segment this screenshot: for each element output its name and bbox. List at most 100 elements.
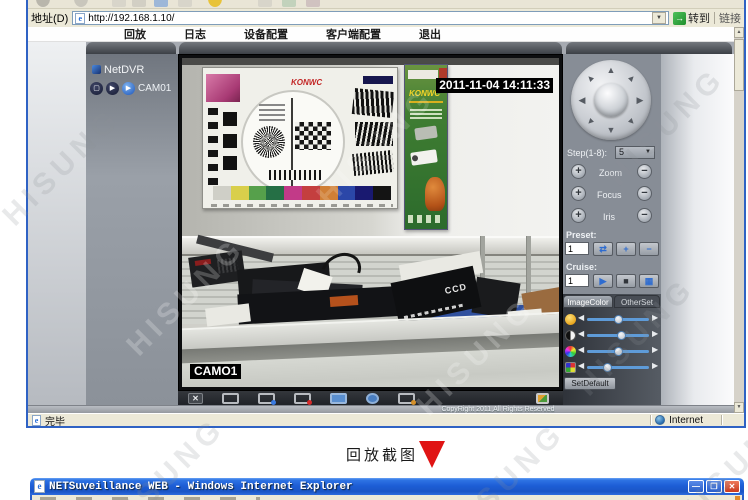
brightness-increase-arrow[interactable]: ▶ <box>652 313 658 322</box>
scroll-down-arrow[interactable]: ▼ <box>734 402 744 413</box>
contrast-slider-track[interactable] <box>587 334 649 337</box>
ptz-up-left-button[interactable]: ▲ <box>582 70 599 87</box>
scroll-thumb[interactable] <box>734 39 744 91</box>
hue-slider-track[interactable] <box>587 366 649 369</box>
zoom-minus-button[interactable]: − <box>637 164 652 179</box>
tab-other-set[interactable]: OtherSet <box>614 295 660 308</box>
forward-icon[interactable] <box>74 0 88 7</box>
live-stream-icon[interactable]: ▶ <box>122 82 135 95</box>
globe-icon <box>655 415 665 425</box>
ptz-up-button[interactable]: ▲ <box>605 64 617 76</box>
play-stream-icon[interactable]: ▶ <box>106 82 119 95</box>
go-button[interactable]: → 转到 <box>673 10 710 26</box>
focus-minus-button[interactable]: − <box>637 186 652 201</box>
refresh-icon[interactable] <box>132 0 146 7</box>
iris-minus-button[interactable]: − <box>637 208 652 223</box>
talk-icon[interactable] <box>398 393 415 404</box>
snapshot-icon[interactable] <box>330 393 347 404</box>
tab-image-color[interactable]: ImageColor <box>563 295 613 308</box>
zoom-plus-button[interactable]: + <box>571 164 586 179</box>
hue-slider-thumb[interactable] <box>603 363 612 372</box>
chart-wedge <box>355 122 393 146</box>
mail-icon[interactable] <box>282 0 296 7</box>
ptz-down-right-button[interactable]: ▲ <box>624 114 641 131</box>
contrast-decrease-arrow[interactable]: ◀ <box>578 329 584 338</box>
contrast-increase-arrow[interactable]: ▶ <box>652 329 658 338</box>
cruise-setup-button[interactable]: ▦ <box>639 274 659 288</box>
url-text: http://192.168.1.10/ <box>88 13 174 24</box>
search-icon[interactable] <box>178 0 192 7</box>
menu-log[interactable]: 日志 <box>184 26 206 42</box>
audio-icon[interactable] <box>366 393 379 404</box>
poster-rule <box>409 101 443 103</box>
favorites-star-icon[interactable] <box>208 0 222 7</box>
status-zone-text: Internet <box>669 415 703 426</box>
back-icon[interactable] <box>36 0 50 7</box>
print-icon[interactable] <box>306 0 320 7</box>
minimize-button[interactable]: — <box>688 480 704 493</box>
ptz-left-button[interactable]: ◀ <box>576 94 588 106</box>
address-dropdown-arrow[interactable]: ▼ <box>652 12 666 24</box>
preset-del-button[interactable]: − <box>639 242 659 256</box>
preset-add-button[interactable]: + <box>616 242 636 256</box>
ptz-down-button[interactable]: ▼ <box>605 124 617 136</box>
cruise-input[interactable] <box>565 274 589 287</box>
menu-exit[interactable]: 退出 <box>419 26 441 42</box>
fullscreen-icon[interactable]: ✕ <box>188 393 203 404</box>
saturation-increase-arrow[interactable]: ▶ <box>652 345 658 354</box>
menu-device-config[interactable]: 设备配置 <box>244 26 288 42</box>
stop-icon[interactable] <box>112 0 126 7</box>
window-border-left <box>26 0 28 428</box>
saturation-slider-thumb[interactable] <box>614 347 623 356</box>
address-input[interactable]: e http://192.168.1.10/ ▼ <box>72 11 669 25</box>
preset-goto-button[interactable]: ⇄ <box>593 242 613 256</box>
brightness-slider-thumb[interactable] <box>614 315 623 324</box>
ptz-right-button[interactable]: ▶ <box>634 94 646 106</box>
chart-freq-bars <box>269 170 321 180</box>
ptz-center-knob[interactable] <box>594 83 628 117</box>
saturation-slider-track[interactable] <box>587 350 649 353</box>
home-icon[interactable] <box>154 0 168 7</box>
restore-button[interactable]: ❐ <box>706 480 722 493</box>
stop-stream-icon[interactable]: ▢ <box>90 82 103 95</box>
focus-label: Focus <box>597 190 622 200</box>
camera-name: CAM01 <box>138 83 171 94</box>
poster-ptz-cam <box>414 126 437 141</box>
brightness-decrease-arrow[interactable]: ◀ <box>578 313 584 322</box>
monitor-play-icon[interactable] <box>258 393 275 404</box>
menu-playback[interactable]: 回放 <box>124 26 146 42</box>
set-default-button[interactable]: SetDefault <box>564 377 616 390</box>
menu-client-config[interactable]: 客户端配置 <box>326 26 381 42</box>
saturation-icon <box>565 346 576 357</box>
device-icon <box>92 65 101 74</box>
hue-increase-arrow[interactable]: ▶ <box>652 361 658 370</box>
page-icon: e <box>32 415 41 426</box>
links-label[interactable]: 链接 <box>719 10 741 26</box>
second-window-titlebar[interactable]: e NETSuveillance WEB - Windows Internet … <box>30 478 744 495</box>
saturation-decrease-arrow[interactable]: ◀ <box>578 345 584 354</box>
history-icon[interactable] <box>258 0 272 7</box>
focus-plus-button[interactable]: + <box>571 186 586 201</box>
ptz-down-left-button[interactable]: ▲ <box>582 114 599 131</box>
cruise-stop-button[interactable]: ■ <box>616 274 636 288</box>
chart-square <box>223 134 237 148</box>
close-button[interactable]: ✕ <box>724 480 740 493</box>
ptz-up-right-button[interactable]: ▲ <box>624 70 641 87</box>
slider-row-brightness: ◀ ▶ <box>563 313 661 326</box>
camera-node[interactable]: ▢▶▶CAM01 <box>90 82 171 95</box>
hue-decrease-arrow[interactable]: ◀ <box>578 361 584 370</box>
monitor-icon[interactable] <box>222 393 239 404</box>
contrast-slider-thumb[interactable] <box>617 331 626 340</box>
alarm-icon[interactable] <box>536 393 549 404</box>
chart-wedge <box>352 150 394 176</box>
monitor-record-icon[interactable] <box>294 393 311 404</box>
device-node[interactable]: NetDVR <box>92 64 144 76</box>
scroll-up-arrow[interactable]: ▲ <box>734 27 744 38</box>
brightness-slider-track[interactable] <box>587 318 649 321</box>
cruise-play-button[interactable]: ▶ <box>593 274 613 288</box>
iris-plus-button[interactable]: + <box>571 208 586 223</box>
vertical-scrollbar[interactable]: ▲ ▼ <box>734 27 744 413</box>
address-label: 地址(D) <box>31 10 68 26</box>
step-select[interactable]: 5▼ <box>615 146 655 159</box>
preset-input[interactable] <box>565 242 589 255</box>
